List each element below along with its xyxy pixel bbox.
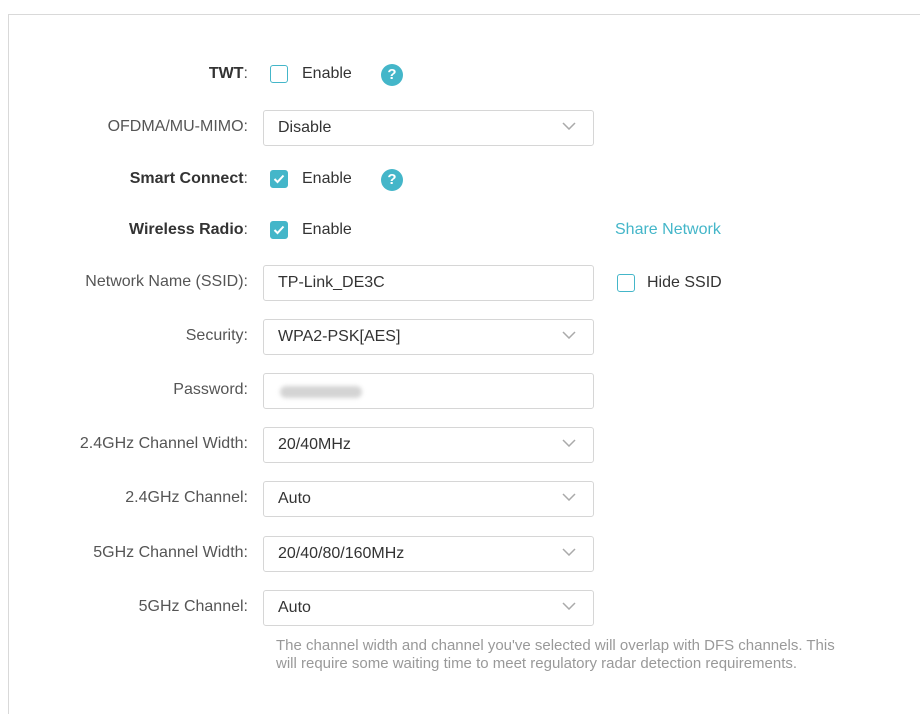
dfs-warning-note: The channel width and channel you've sel…	[276, 637, 835, 672]
ch-width-5-select[interactable]: 20/40/80/160MHz	[263, 536, 594, 572]
ch-width-5-label: 5GHz Channel Width:	[93, 544, 248, 561]
ofdma-value: Disable	[278, 119, 332, 136]
smart-connect-label: Smart Connect:	[129, 170, 248, 187]
chevron-down-icon	[562, 602, 576, 610]
check-icon	[273, 225, 285, 235]
twt-enable-label: Enable	[302, 65, 352, 82]
password-row: Password:	[0, 373, 920, 409]
ssid-label: Network Name (SSID):	[85, 273, 248, 290]
security-value: WPA2-PSK[AES]	[278, 328, 401, 345]
hide-ssid-label: Hide SSID	[647, 274, 722, 291]
smart-connect-help-icon[interactable]: ?	[381, 169, 403, 191]
chevron-down-icon	[562, 439, 576, 447]
ssid-value: TP-Link_DE3C	[278, 274, 385, 291]
channel-24-select[interactable]: Auto	[263, 481, 594, 517]
chevron-down-icon	[562, 493, 576, 501]
wireless-radio-label: Wireless Radio:	[128, 221, 248, 238]
wireless-radio-row: Wireless Radio: Enable Share Network	[0, 213, 920, 247]
ch-width-24-value: 20/40MHz	[278, 436, 351, 453]
ofdma-select[interactable]: Disable	[263, 110, 594, 146]
ssid-row: Network Name (SSID): TP-Link_DE3C Hide S…	[0, 265, 920, 301]
ch-width-5-value: 20/40/80/160MHz	[278, 545, 405, 562]
ssid-input[interactable]: TP-Link_DE3C	[263, 265, 594, 301]
password-label: Password:	[173, 381, 248, 398]
channel-24-label: 2.4GHz Channel:	[125, 489, 248, 506]
twt-help-icon[interactable]: ?	[381, 64, 403, 86]
channel-5-label: 5GHz Channel:	[138, 598, 248, 615]
twt-label: TWT:	[208, 65, 248, 82]
smart-connect-row: Smart Connect: Enable ?	[0, 162, 920, 196]
security-label: Security:	[185, 327, 248, 344]
smart-connect-checkbox[interactable]	[270, 170, 288, 188]
channel-5-value: Auto	[278, 599, 311, 616]
password-value-blurred	[280, 386, 362, 398]
ch-width-5-row: 5GHz Channel Width: 20/40/80/160MHz	[0, 536, 920, 572]
ofdma-row: OFDMA/MU-MIMO: Disable	[0, 110, 920, 146]
security-row: Security: WPA2-PSK[AES]	[0, 319, 920, 355]
chevron-down-icon	[562, 331, 576, 339]
twt-checkbox[interactable]	[270, 65, 288, 83]
twt-row: TWT: Enable ?	[0, 57, 920, 91]
channel-24-row: 2.4GHz Channel: Auto	[0, 481, 920, 517]
share-network-link[interactable]: Share Network	[615, 220, 721, 240]
security-select[interactable]: WPA2-PSK[AES]	[263, 319, 594, 355]
smart-connect-enable-label: Enable	[302, 170, 352, 187]
channel-5-select[interactable]: Auto	[263, 590, 594, 626]
ch-width-24-select[interactable]: 20/40MHz	[263, 427, 594, 463]
ch-width-24-row: 2.4GHz Channel Width: 20/40MHz	[0, 427, 920, 463]
wireless-radio-checkbox[interactable]	[270, 221, 288, 239]
ch-width-24-label: 2.4GHz Channel Width:	[79, 435, 248, 452]
chevron-down-icon	[562, 548, 576, 556]
channel-24-value: Auto	[278, 490, 311, 507]
check-icon	[273, 174, 285, 184]
password-input[interactable]	[263, 373, 594, 409]
ofdma-label: OFDMA/MU-MIMO:	[107, 118, 248, 135]
wireless-radio-enable-label: Enable	[302, 221, 352, 238]
hide-ssid-checkbox[interactable]	[617, 274, 635, 292]
chevron-down-icon	[562, 122, 576, 130]
channel-5-row: 5GHz Channel: Auto	[0, 590, 920, 626]
